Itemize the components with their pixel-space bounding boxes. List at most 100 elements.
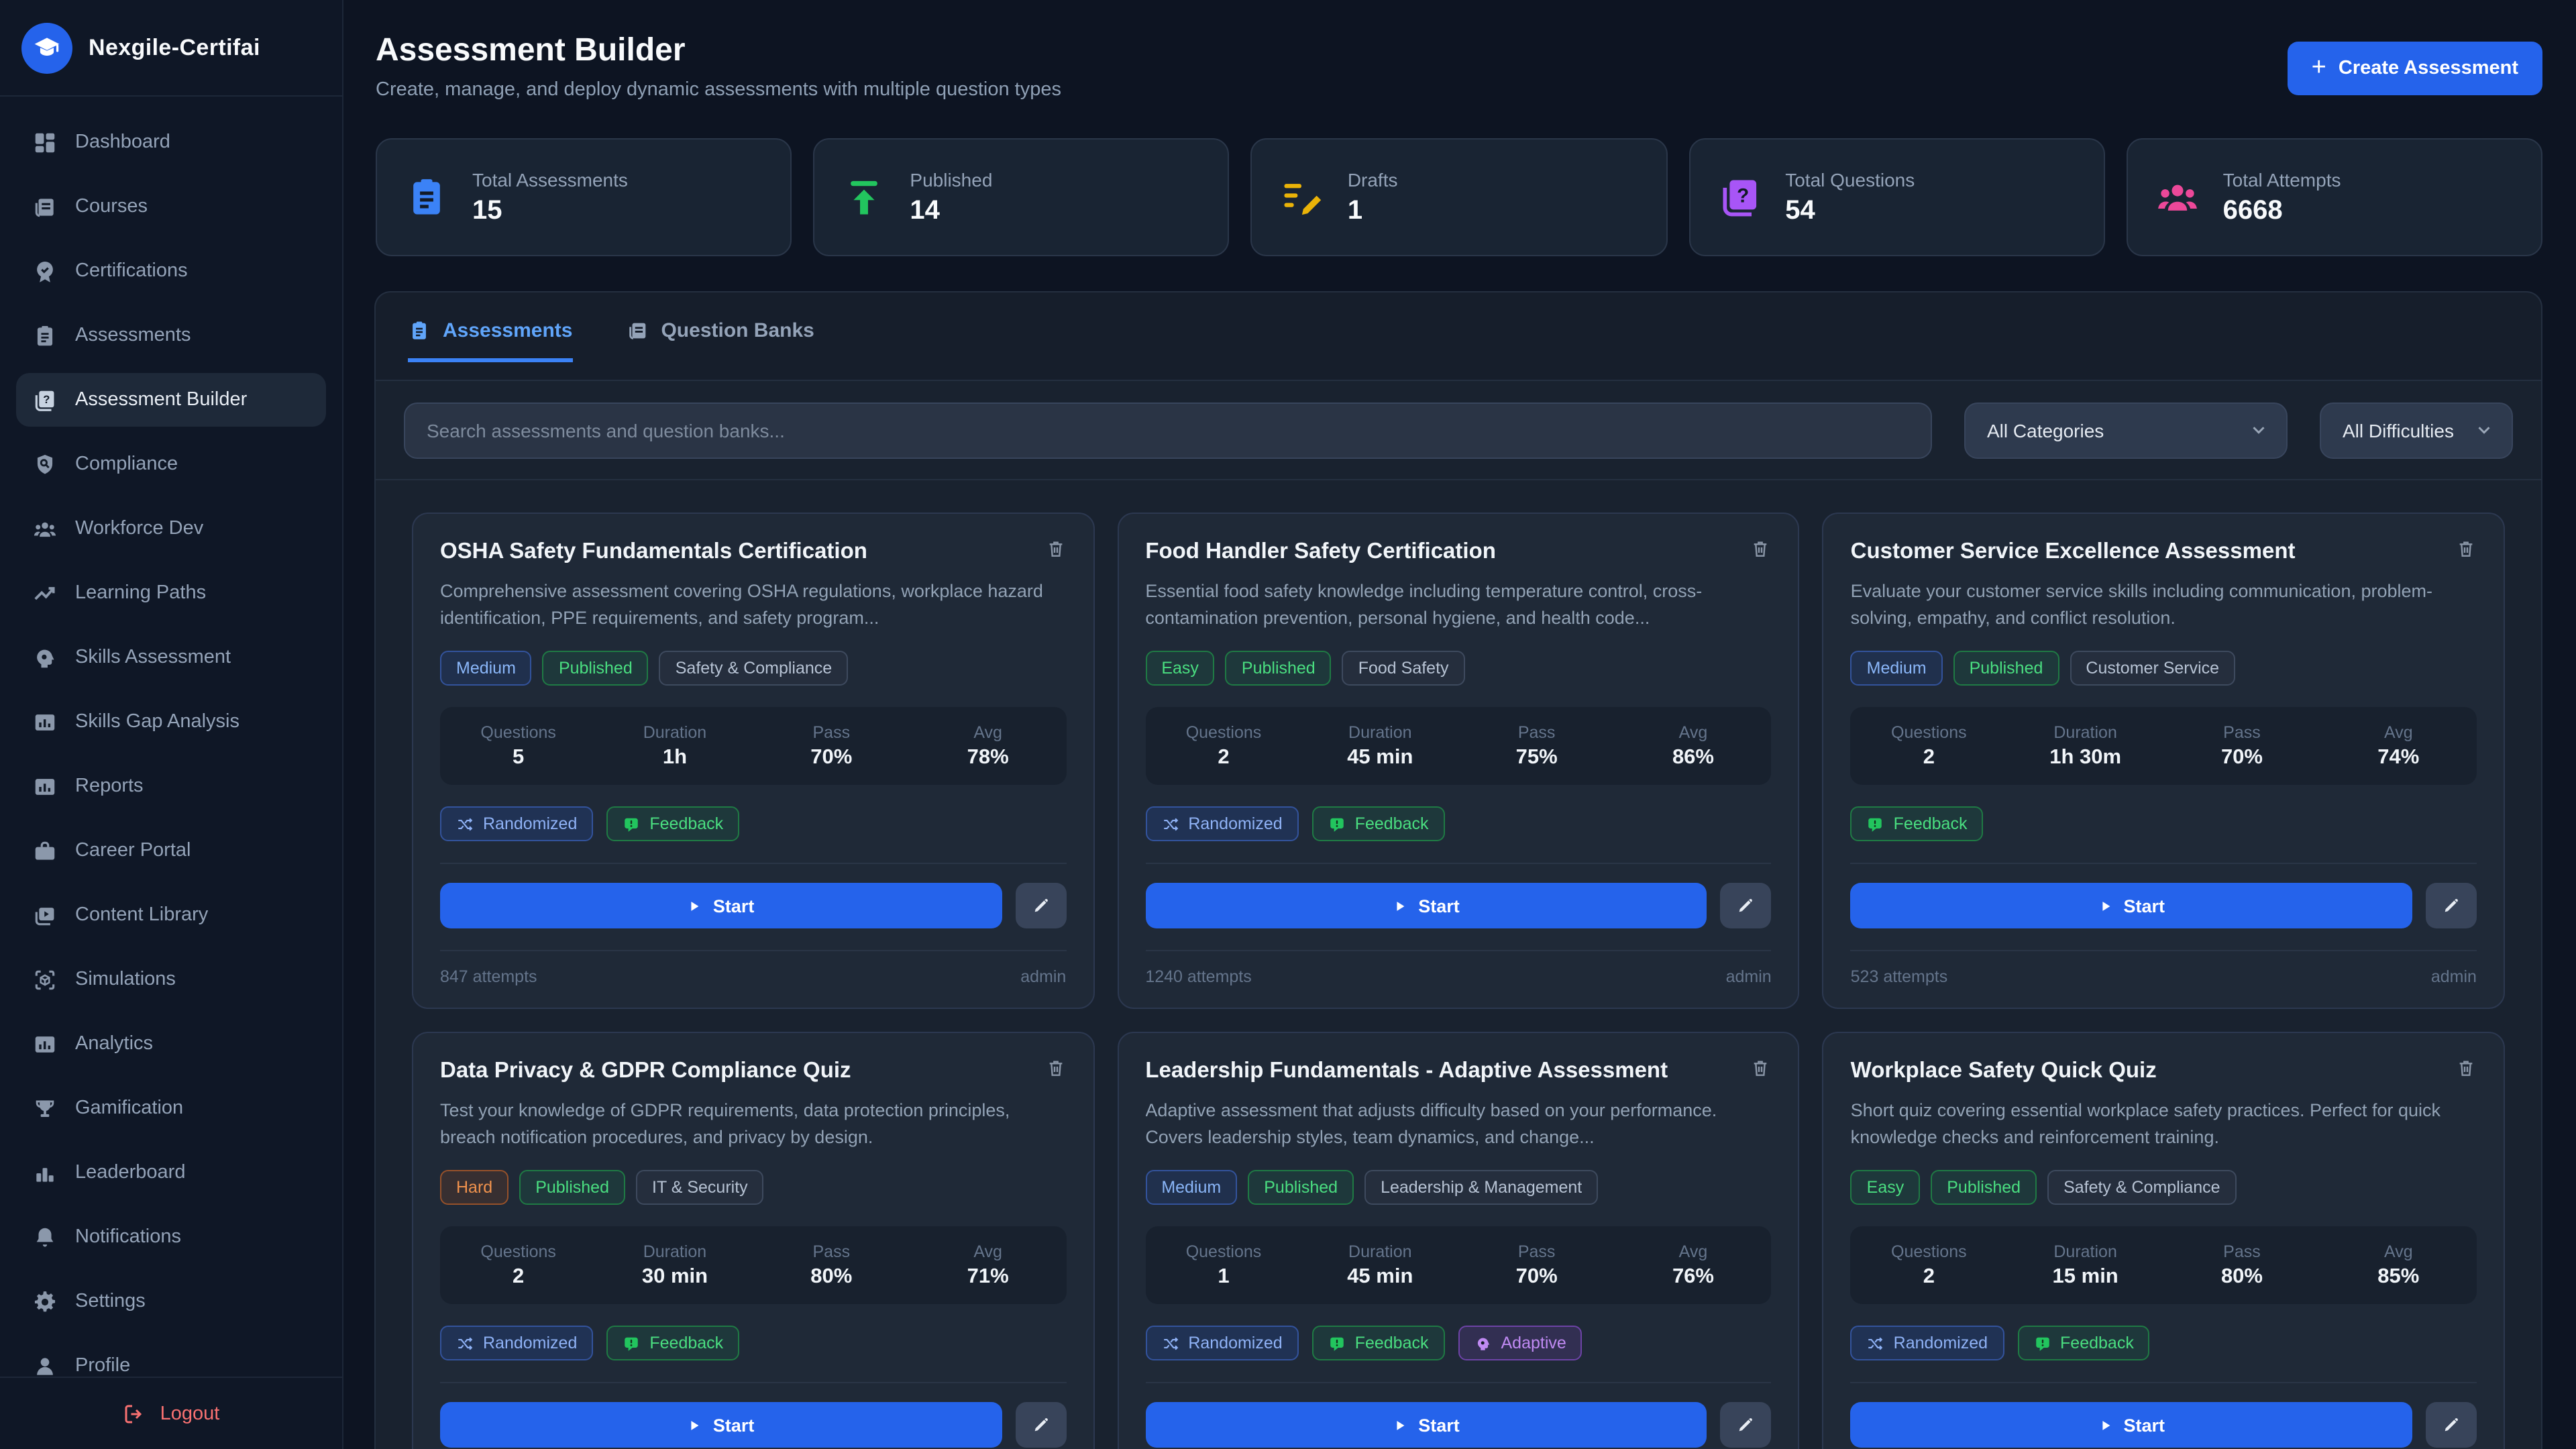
briefcase-icon — [32, 838, 58, 863]
category-filter-dropdown[interactable]: All Categories — [1964, 402, 2288, 458]
message-icon — [623, 1334, 640, 1352]
search-input[interactable] — [404, 402, 1932, 458]
start-button[interactable]: Start — [440, 1402, 1002, 1448]
difficulty-badge: Hard — [440, 1170, 509, 1205]
delete-icon[interactable] — [1044, 538, 1066, 559]
edit-button[interactable] — [1720, 1402, 1772, 1448]
sidebar-item-skills-gap-analysis[interactable]: Skills Gap Analysis — [16, 695, 326, 749]
sidebar-item-reports[interactable]: Reports — [16, 759, 326, 813]
logout-icon — [123, 1401, 147, 1426]
sidebar-item-dashboard[interactable]: Dashboard — [16, 115, 326, 169]
questions-value: 2 — [513, 1265, 525, 1287]
start-button[interactable]: Start — [1850, 1402, 2412, 1448]
duration-value: 45 min — [1347, 1265, 1413, 1287]
shuffle-icon — [1161, 815, 1179, 833]
pencil-icon — [1031, 1415, 1050, 1434]
difficulty-badge: Medium — [440, 651, 532, 686]
sidebar-item-certifications[interactable]: Certifications — [16, 244, 326, 298]
edit-button[interactable] — [1720, 883, 1772, 928]
divider — [440, 863, 1067, 864]
sidebar-item-notifications[interactable]: Notifications — [16, 1210, 326, 1264]
message-icon — [1328, 815, 1346, 833]
play-icon — [2098, 898, 2113, 913]
sidebar-item-content-library[interactable]: Content Library — [16, 888, 326, 942]
delete-icon[interactable] — [1750, 538, 1772, 559]
card-title: Data Privacy & GDPR Compliance Quiz — [440, 1059, 851, 1083]
edit-button[interactable] — [1015, 883, 1067, 928]
sidebar-item-label: Leaderboard — [75, 1162, 186, 1183]
attempts-count: 1240 attempts — [1145, 967, 1252, 986]
avg-value: 71% — [967, 1265, 1009, 1287]
start-button[interactable]: Start — [1850, 883, 2412, 928]
sidebar-item-assessment-builder[interactable]: Assessment Builder — [16, 373, 326, 427]
sidebar-item-learning-paths[interactable]: Learning Paths — [16, 566, 326, 620]
clipboard-icon — [404, 174, 449, 220]
pencil-icon — [1031, 896, 1050, 915]
questions-value: 2 — [1923, 1265, 1935, 1287]
edit-button[interactable] — [1015, 1402, 1067, 1448]
clipboard-icon — [32, 323, 58, 348]
start-button[interactable]: Start — [1145, 883, 1707, 928]
sidebar-item-settings[interactable]: Settings — [16, 1275, 326, 1328]
sidebar-item-career-portal[interactable]: Career Portal — [16, 824, 326, 877]
cube-scan-icon — [32, 967, 58, 992]
start-button[interactable]: Start — [440, 883, 1002, 928]
pass-value: 70% — [810, 745, 853, 768]
sidebar-item-label: Content Library — [75, 904, 209, 926]
create-assessment-button[interactable]: + Create Assessment — [2287, 42, 2542, 95]
tab-question-banks[interactable]: Question Banks — [626, 292, 814, 358]
card-title: OSHA Safety Fundamentals Certification — [440, 539, 867, 564]
publish-icon — [841, 174, 887, 220]
card-title: Food Handler Safety Certification — [1145, 539, 1496, 564]
randomized-tag: Randomized — [440, 806, 594, 841]
card-title: Customer Service Excellence Assessment — [1850, 539, 2296, 564]
sidebar-item-assessments[interactable]: Assessments — [16, 309, 326, 362]
sidebar-item-profile[interactable]: Profile — [16, 1339, 326, 1377]
sidebar-item-label: Dashboard — [75, 131, 170, 153]
divider — [1850, 950, 2477, 951]
sidebar-item-workforce-dev[interactable]: Workforce Dev — [16, 502, 326, 555]
shuffle-icon — [1161, 1334, 1179, 1352]
sidebar-item-gamification[interactable]: Gamification — [16, 1081, 326, 1135]
delete-icon[interactable] — [2455, 538, 2477, 559]
logout-button[interactable]: Logout — [0, 1377, 342, 1449]
play-icon — [2098, 1417, 2113, 1432]
questions-value: 2 — [1923, 745, 1935, 768]
stat-card-published: Published 14 — [813, 138, 1230, 256]
delete-icon[interactable] — [1750, 1057, 1772, 1079]
divider — [440, 950, 1067, 951]
stat-label: Total Attempts — [2222, 168, 2341, 190]
start-button[interactable]: Start — [1145, 1402, 1707, 1448]
sidebar-item-courses[interactable]: Courses — [16, 180, 326, 233]
sidebar-item-compliance[interactable]: Compliance — [16, 437, 326, 491]
category-filter-value: All Categories — [1987, 419, 2104, 441]
difficulty-filter-dropdown[interactable]: All Difficulties — [2320, 402, 2513, 458]
stat-card-total-questions: Total Questions 54 — [1688, 138, 2105, 256]
delete-icon[interactable] — [1044, 1057, 1066, 1079]
duration-value: 30 min — [641, 1265, 708, 1287]
sidebar-item-analytics[interactable]: Analytics — [16, 1017, 326, 1071]
tab-assessments[interactable]: Assessments — [408, 292, 573, 362]
gear-icon — [32, 1289, 58, 1314]
edit-button[interactable] — [2425, 883, 2477, 928]
feedback-tag: Feedback — [1850, 806, 1984, 841]
message-icon — [623, 815, 640, 833]
logout-label: Logout — [160, 1403, 220, 1424]
sidebar-item-simulations[interactable]: Simulations — [16, 953, 326, 1006]
sidebar-item-skills-assessment[interactable]: Skills Assessment — [16, 631, 326, 684]
feedback-tag: Feedback — [606, 1326, 740, 1360]
delete-icon[interactable] — [2455, 1057, 2477, 1079]
edit-button[interactable] — [2425, 1402, 2477, 1448]
stat-value: 1 — [1347, 195, 1363, 225]
avg-value: 78% — [967, 745, 1009, 768]
sidebar-item-leaderboard[interactable]: Leaderboard — [16, 1146, 326, 1199]
dashboard-icon — [32, 129, 58, 155]
sidebar-item-label: Assessment Builder — [75, 389, 248, 411]
difficulty-badge: Medium — [1145, 1170, 1238, 1205]
stat-value: 6668 — [2222, 195, 2283, 225]
pass-value: 75% — [1515, 745, 1558, 768]
play-icon — [1393, 898, 1407, 913]
questions-value: 5 — [513, 745, 525, 768]
pass-value: 80% — [2220, 1265, 2263, 1287]
card-description: Test your knowledge of GDPR requirements… — [440, 1100, 1010, 1147]
